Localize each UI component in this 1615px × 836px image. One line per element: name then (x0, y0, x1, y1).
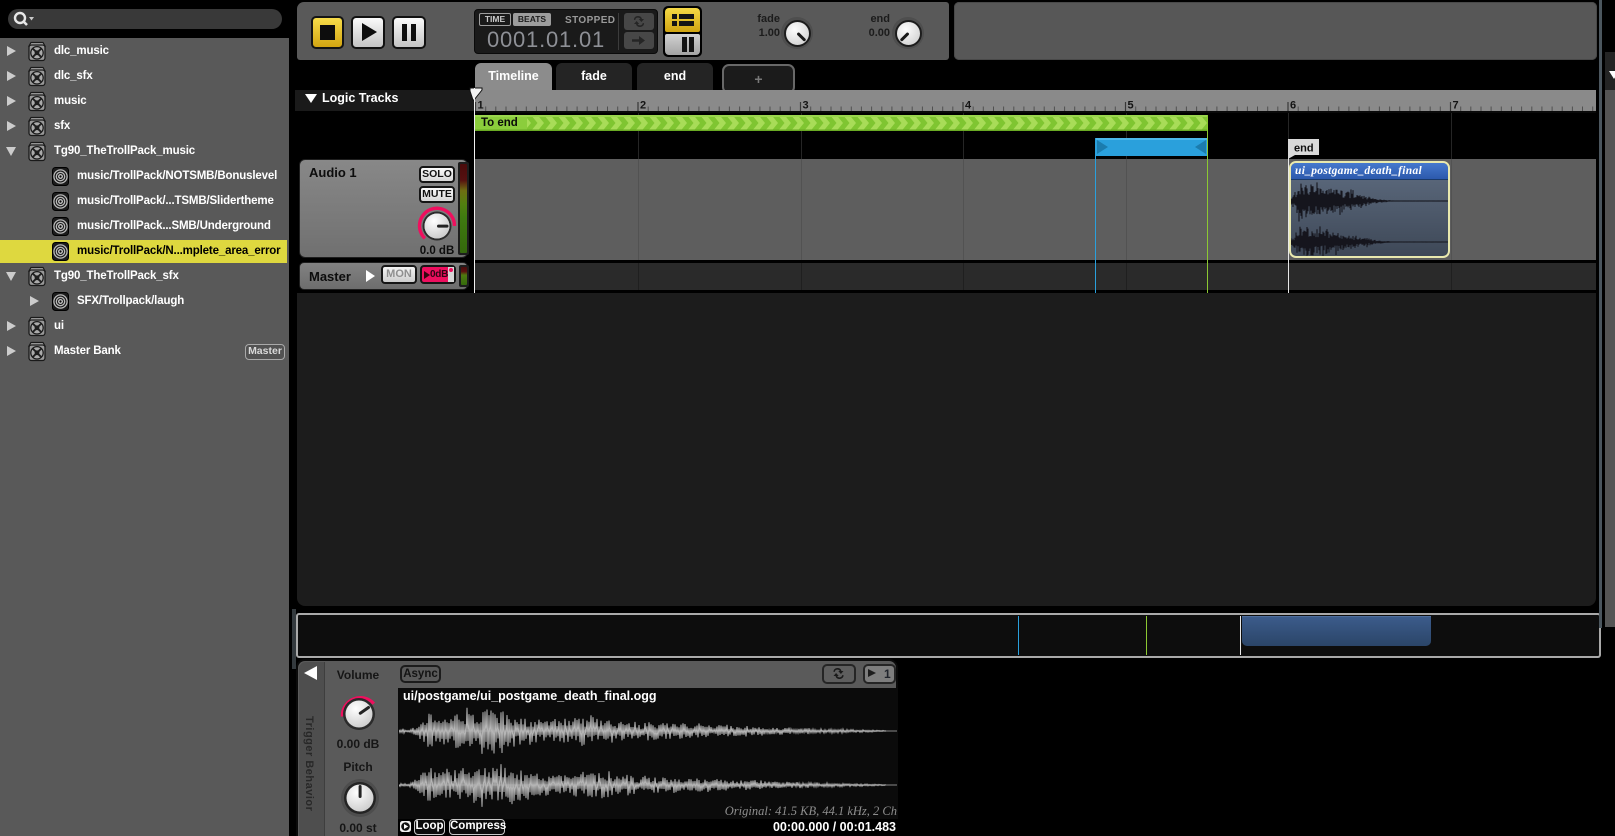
svg-text:7: 7 (1453, 100, 1459, 112)
svg-text:1: 1 (478, 100, 484, 112)
svg-text:4: 4 (965, 100, 972, 112)
svg-text:2: 2 (640, 100, 646, 112)
svg-text:3: 3 (803, 100, 809, 112)
svg-text:5: 5 (1128, 100, 1134, 112)
svg-text:6: 6 (1290, 100, 1296, 112)
svg-text:end: end (1294, 143, 1314, 155)
